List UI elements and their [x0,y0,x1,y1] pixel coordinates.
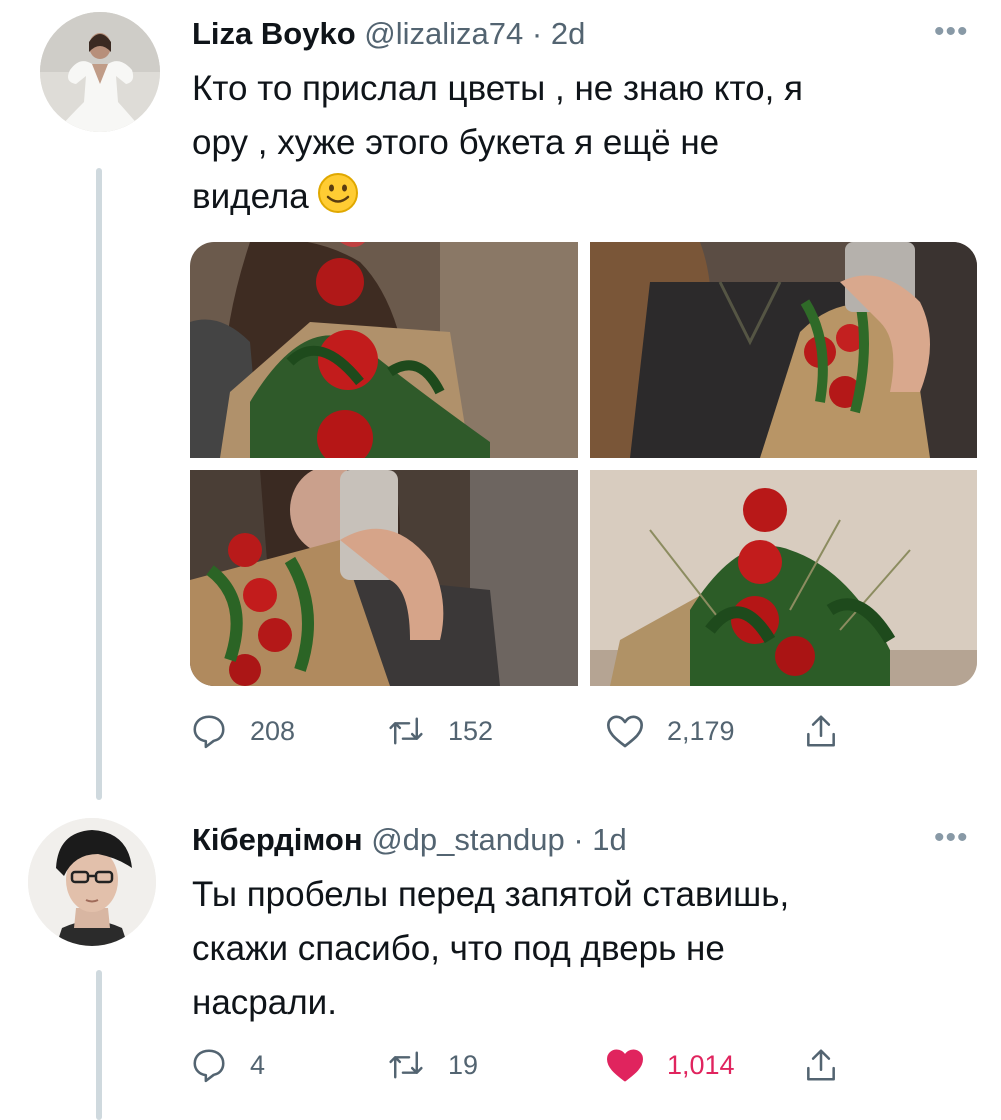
author-name[interactable]: Кібердімон [192,822,363,857]
retweet-count: 152 [448,715,494,746]
avatar-image [28,818,156,946]
tweet-text-line: Ты пробелы перед запятой ставишь, [192,875,790,914]
retweet-icon [389,717,423,745]
author-handle[interactable]: @lizaliza74 [364,16,523,51]
photo-4[interactable] [590,470,977,686]
tweet-text-line: насрали. [192,983,337,1022]
tweet-time[interactable]: 1d [592,822,626,857]
thread-line [96,970,102,1120]
reply-icon [193,715,225,749]
tweet-text-line: видела [192,177,309,216]
like-button[interactable]: 1,014 [605,1046,735,1084]
more-dots-icon[interactable]: ••• [934,17,969,47]
retweet-count: 19 [448,1049,479,1080]
tweet-time[interactable]: 2d [551,16,585,51]
photo-2[interactable] [590,242,977,458]
tweet-text: Кто то прислал цветы , не знаю кто, я ор… [192,62,803,230]
tweet-actions: 4 19 1,014 [190,1046,850,1096]
share-icon [807,1049,835,1081]
share-icon [807,715,835,747]
like-count: 1,014 [667,1049,735,1080]
media-grid [190,242,977,686]
slightly-smiling-face-emoji [317,172,359,230]
avatar[interactable] [28,818,156,946]
tweet-header: Liza Boyko @lizaliza74 · 2d [192,16,585,52]
avatar-image [40,12,160,132]
reply-count: 4 [250,1049,266,1080]
retweet-button[interactable]: 19 [386,1046,478,1084]
reply-button[interactable]: 208 [190,712,295,750]
tweet-text-line: ору , хуже этого букета я ещё не [192,123,720,162]
tweet-text: Ты пробелы перед запятой ставишь, скажи … [192,868,789,1030]
share-button[interactable] [802,1046,840,1084]
heart-icon [607,715,643,748]
avatar[interactable] [40,12,160,132]
reply-button[interactable]: 4 [190,1046,265,1084]
separator-dot: · [531,16,543,51]
thread-line [96,168,102,800]
tweet-actions: 208 152 2,179 [190,712,850,762]
reply-count: 208 [250,715,296,746]
tweet-text-line: Кто то прислал цветы , не знаю кто, я [192,69,803,108]
separator-dot: · [573,822,584,857]
share-button[interactable] [802,712,840,750]
photo-1[interactable] [190,242,578,458]
retweet-icon [389,1051,423,1079]
reply-icon [193,1049,225,1083]
author-handle[interactable]: @dp_standup [371,822,565,857]
more-dots-icon[interactable]: ••• [934,823,969,853]
photo-3[interactable] [190,470,578,686]
like-count: 2,179 [667,715,735,746]
retweet-button[interactable]: 152 [386,712,493,750]
tweet-text-line: скажи спасибо, что под дверь не [192,929,725,968]
heart-filled-icon [607,1049,643,1082]
author-name[interactable]: Liza Boyko [192,16,356,51]
tweet-header: Кібердімон @dp_standup · 1d [192,822,627,858]
like-button[interactable]: 2,179 [605,712,735,750]
